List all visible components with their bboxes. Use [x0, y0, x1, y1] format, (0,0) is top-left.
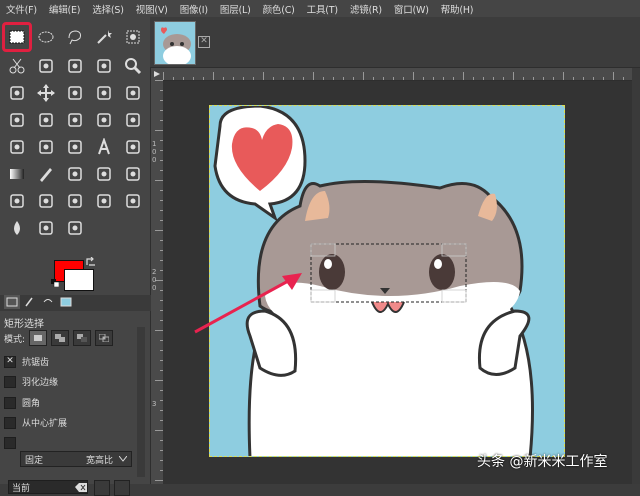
- annotation-arrow-icon: [194, 273, 302, 334]
- watermark-text: 头条 @新米米工作室: [477, 454, 608, 470]
